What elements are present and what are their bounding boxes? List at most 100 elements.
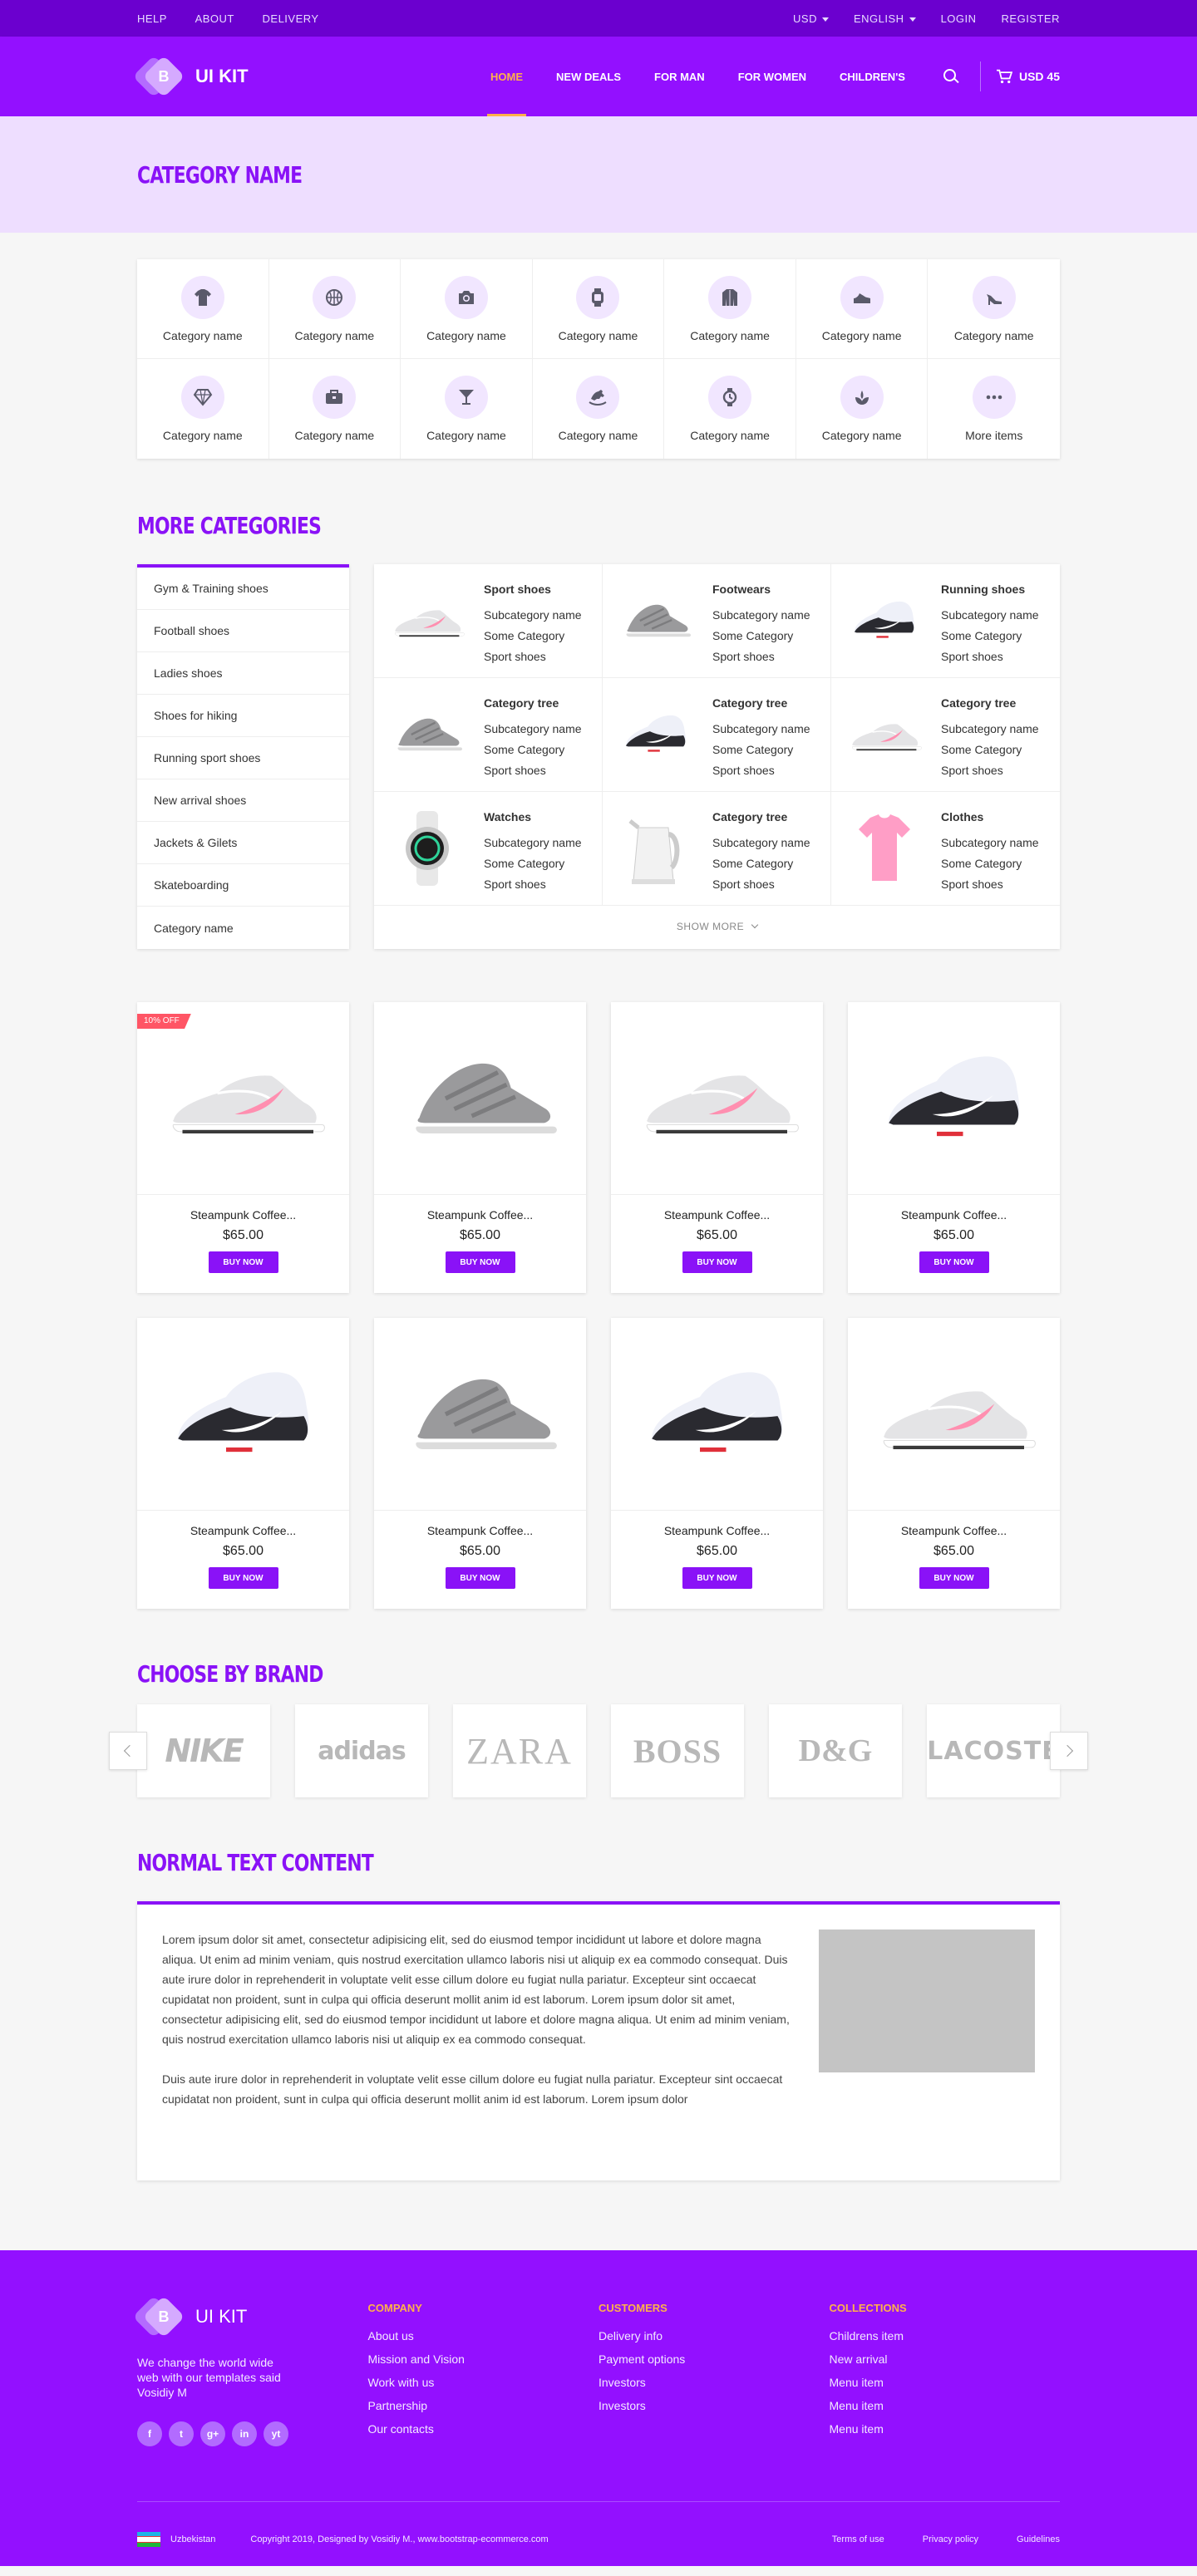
subcategory-link[interactable]: Sport shoes xyxy=(484,760,582,781)
product-card[interactable]: Steampunk Coffee... $65.00 BUY NOW xyxy=(374,1002,586,1293)
subcategory-link[interactable]: Some Category xyxy=(484,626,582,646)
footer-link[interactable]: Investors xyxy=(598,2371,830,2394)
subcategory-card[interactable]: Category tree Subcategory name Some Catego… xyxy=(603,792,831,906)
buy-now-button[interactable]: BUY NOW xyxy=(919,1251,989,1273)
category-item[interactable]: Category name xyxy=(137,259,269,359)
footer-link[interactable]: Delivery info xyxy=(598,2324,830,2347)
product-name[interactable]: Steampunk Coffee... xyxy=(374,1524,586,1537)
subcategory-card[interactable]: Category tree Subcategory name Some Catego… xyxy=(603,678,831,792)
subcategory-card[interactable]: Category tree Subcategory name Some Catego… xyxy=(374,678,603,792)
product-card[interactable]: 10% OFF Steampunk Coffee... $65.00 BUY NOW xyxy=(137,1002,349,1293)
logo[interactable]: B UI KIT xyxy=(132,55,249,98)
login-link[interactable]: LOGIN xyxy=(941,12,977,25)
facebook-icon[interactable]: f xyxy=(137,2421,162,2446)
product-card[interactable]: Steampunk Coffee... $65.00 BUY NOW xyxy=(611,1002,823,1293)
category-item[interactable]: Category name xyxy=(533,359,665,459)
sidebar-item[interactable]: Ladies shoes xyxy=(137,652,349,695)
subcategory-title[interactable]: Category tree xyxy=(941,693,1039,714)
sidebar-item[interactable]: Category name xyxy=(137,907,349,949)
carousel-next-button[interactable] xyxy=(1050,1732,1088,1770)
subcategory-link[interactable]: Some Category xyxy=(712,740,810,760)
category-item[interactable]: Category name xyxy=(401,359,533,459)
sidebar-item[interactable]: Skateboarding xyxy=(137,864,349,907)
subcategory-link[interactable]: Sport shoes xyxy=(941,646,1039,667)
subcategory-link[interactable]: Subcategory name xyxy=(712,719,810,740)
category-item[interactable]: More items xyxy=(928,359,1060,459)
footer-link[interactable]: Work with us xyxy=(368,2371,599,2394)
language-dropdown[interactable]: ENGLISH xyxy=(854,12,916,25)
category-item[interactable]: Category name xyxy=(664,359,796,459)
buy-now-button[interactable]: BUY NOW xyxy=(445,1251,515,1273)
twitter-icon[interactable]: t xyxy=(169,2421,194,2446)
carousel-prev-button[interactable] xyxy=(109,1732,147,1770)
subcategory-card[interactable]: Watches Subcategory name Some Category Spor… xyxy=(374,792,603,906)
guidelines-link[interactable]: Guidelines xyxy=(1017,2534,1060,2544)
buy-now-button[interactable]: BUY NOW xyxy=(682,1567,752,1589)
footer-logo[interactable]: B UI KIT xyxy=(132,2295,368,2338)
subcategory-link[interactable]: Sport shoes xyxy=(712,646,810,667)
subcategory-link[interactable]: Some Category xyxy=(941,626,1039,646)
footer-link[interactable]: Menu item xyxy=(830,2394,1061,2417)
subcategory-card[interactable]: Clothes Subcategory name Some Category Spor… xyxy=(831,792,1060,906)
subcategory-link[interactable]: Subcategory name xyxy=(484,719,582,740)
subcategory-title[interactable]: Sport shoes xyxy=(484,579,582,600)
product-image[interactable] xyxy=(848,1318,1060,1511)
category-item[interactable]: Category name xyxy=(796,259,929,359)
brand-logo[interactable]: adidas xyxy=(295,1704,428,1797)
country-label[interactable]: Uzbekistan xyxy=(170,2534,215,2544)
buy-now-button[interactable]: BUY NOW xyxy=(445,1567,515,1589)
product-card[interactable]: Steampunk Coffee... $65.00 BUY NOW xyxy=(137,1318,349,1609)
subcategory-link[interactable]: Some Category xyxy=(941,853,1039,874)
subcategory-title[interactable]: Category tree xyxy=(484,693,582,714)
register-link[interactable]: REGISTER xyxy=(1002,12,1060,25)
product-card[interactable]: Steampunk Coffee... $65.00 BUY NOW xyxy=(611,1318,823,1609)
sidebar-item[interactable]: Shoes for hiking xyxy=(137,695,349,737)
sidebar-item[interactable]: New arrival shoes xyxy=(137,779,349,822)
product-image[interactable] xyxy=(137,1318,349,1511)
subcategory-link[interactable]: Subcategory name xyxy=(712,833,810,853)
subcategory-link[interactable]: Some Category xyxy=(484,740,582,760)
subcategory-card[interactable]: Footwears Subcategory name Some Category Sp… xyxy=(603,564,831,678)
nav-for-man[interactable]: FOR MAN xyxy=(638,37,722,116)
show-more-button[interactable]: SHOW MORE xyxy=(374,906,1060,946)
nav-new-deals[interactable]: NEW DEALS xyxy=(539,37,638,116)
category-item[interactable]: Category name xyxy=(928,259,1060,359)
subcategory-link[interactable]: Subcategory name xyxy=(484,605,582,626)
subcategory-title[interactable]: Category tree xyxy=(712,807,810,828)
product-image[interactable] xyxy=(374,1002,586,1195)
subcategory-link[interactable]: Sport shoes xyxy=(941,874,1039,895)
product-image[interactable] xyxy=(137,1002,349,1195)
linkedin-icon[interactable]: in xyxy=(232,2421,257,2446)
google-plus-icon[interactable]: g+ xyxy=(200,2421,225,2446)
nav-for-women[interactable]: FOR WOMEN xyxy=(722,37,823,116)
brand-logo[interactable]: D&G xyxy=(769,1704,902,1797)
brand-logo[interactable]: LACOSTE xyxy=(927,1704,1060,1797)
sidebar-item[interactable]: Running sport shoes xyxy=(137,737,349,779)
product-image[interactable] xyxy=(611,1318,823,1511)
subcategory-card[interactable]: Sport shoes Subcategory name Some Category… xyxy=(374,564,603,678)
subcategory-link[interactable]: Some Category xyxy=(941,740,1039,760)
subcategory-card[interactable]: Category tree Subcategory name Some Catego… xyxy=(831,678,1060,792)
subcategory-link[interactable]: Sport shoes xyxy=(712,760,810,781)
product-name[interactable]: Steampunk Coffee... xyxy=(137,1524,349,1537)
brand-logo[interactable]: NIKE xyxy=(137,1704,270,1797)
search-icon[interactable] xyxy=(942,67,960,86)
sidebar-item[interactable]: Gym & Training shoes xyxy=(137,568,349,610)
subcategory-link[interactable]: Sport shoes xyxy=(484,646,582,667)
product-name[interactable]: Steampunk Coffee... xyxy=(137,1208,349,1222)
category-item[interactable]: Category name xyxy=(401,259,533,359)
footer-link[interactable]: Childrens item xyxy=(830,2324,1061,2347)
category-item[interactable]: Category name xyxy=(268,259,401,359)
subcategory-link[interactable]: Some Category xyxy=(484,853,582,874)
help-link[interactable]: HELP xyxy=(137,12,167,25)
subcategory-card[interactable]: Running shoes Subcategory name Some Catego… xyxy=(831,564,1060,678)
product-name[interactable]: Steampunk Coffee... xyxy=(848,1208,1060,1222)
subcategory-link[interactable]: Some Category xyxy=(712,626,810,646)
terms-link[interactable]: Terms of use xyxy=(832,2534,884,2544)
subcategory-link[interactable]: Subcategory name xyxy=(484,833,582,853)
footer-link[interactable]: Mission and Vision xyxy=(368,2347,599,2371)
buy-now-button[interactable]: BUY NOW xyxy=(208,1251,278,1273)
category-item[interactable]: Category name xyxy=(664,259,796,359)
subcategory-link[interactable]: Subcategory name xyxy=(712,605,810,626)
sidebar-item[interactable]: Jackets & Gilets xyxy=(137,822,349,864)
